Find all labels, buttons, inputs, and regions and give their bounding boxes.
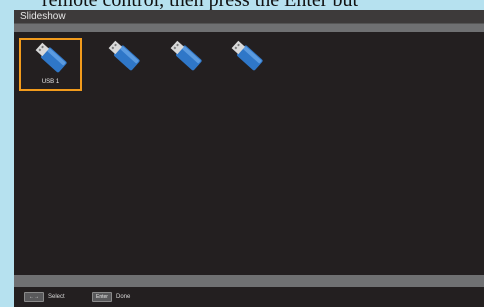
- usb-drive-icon: [231, 40, 263, 71]
- hint-bar: ←→ Select Enter Done: [14, 287, 484, 307]
- device-usb-2[interactable]: [94, 38, 157, 91]
- done-hint-label: Done: [116, 294, 131, 300]
- arrow-keys-icon: ←→: [24, 292, 44, 302]
- usb-drive-icon: [170, 40, 202, 71]
- bottom-divider: [14, 275, 484, 287]
- enter-key-icon: Enter: [92, 292, 112, 302]
- device-usb-1[interactable]: USB 1: [19, 38, 82, 91]
- device-grid: USB 1: [14, 32, 484, 275]
- select-hint-label: Select: [48, 294, 65, 300]
- usb-drive-icon: [35, 42, 67, 73]
- window-title: Slideshow: [20, 11, 66, 22]
- projector-screen: Slideshow USB 1 ←→ Select Enter Done: [14, 10, 484, 307]
- device-usb-4[interactable]: [217, 38, 280, 91]
- usb-drive-icon: [108, 40, 140, 71]
- device-usb-3[interactable]: [156, 38, 219, 91]
- device-label: USB 1: [41, 79, 60, 85]
- top-divider: [14, 24, 484, 32]
- window-titlebar: Slideshow: [14, 10, 484, 24]
